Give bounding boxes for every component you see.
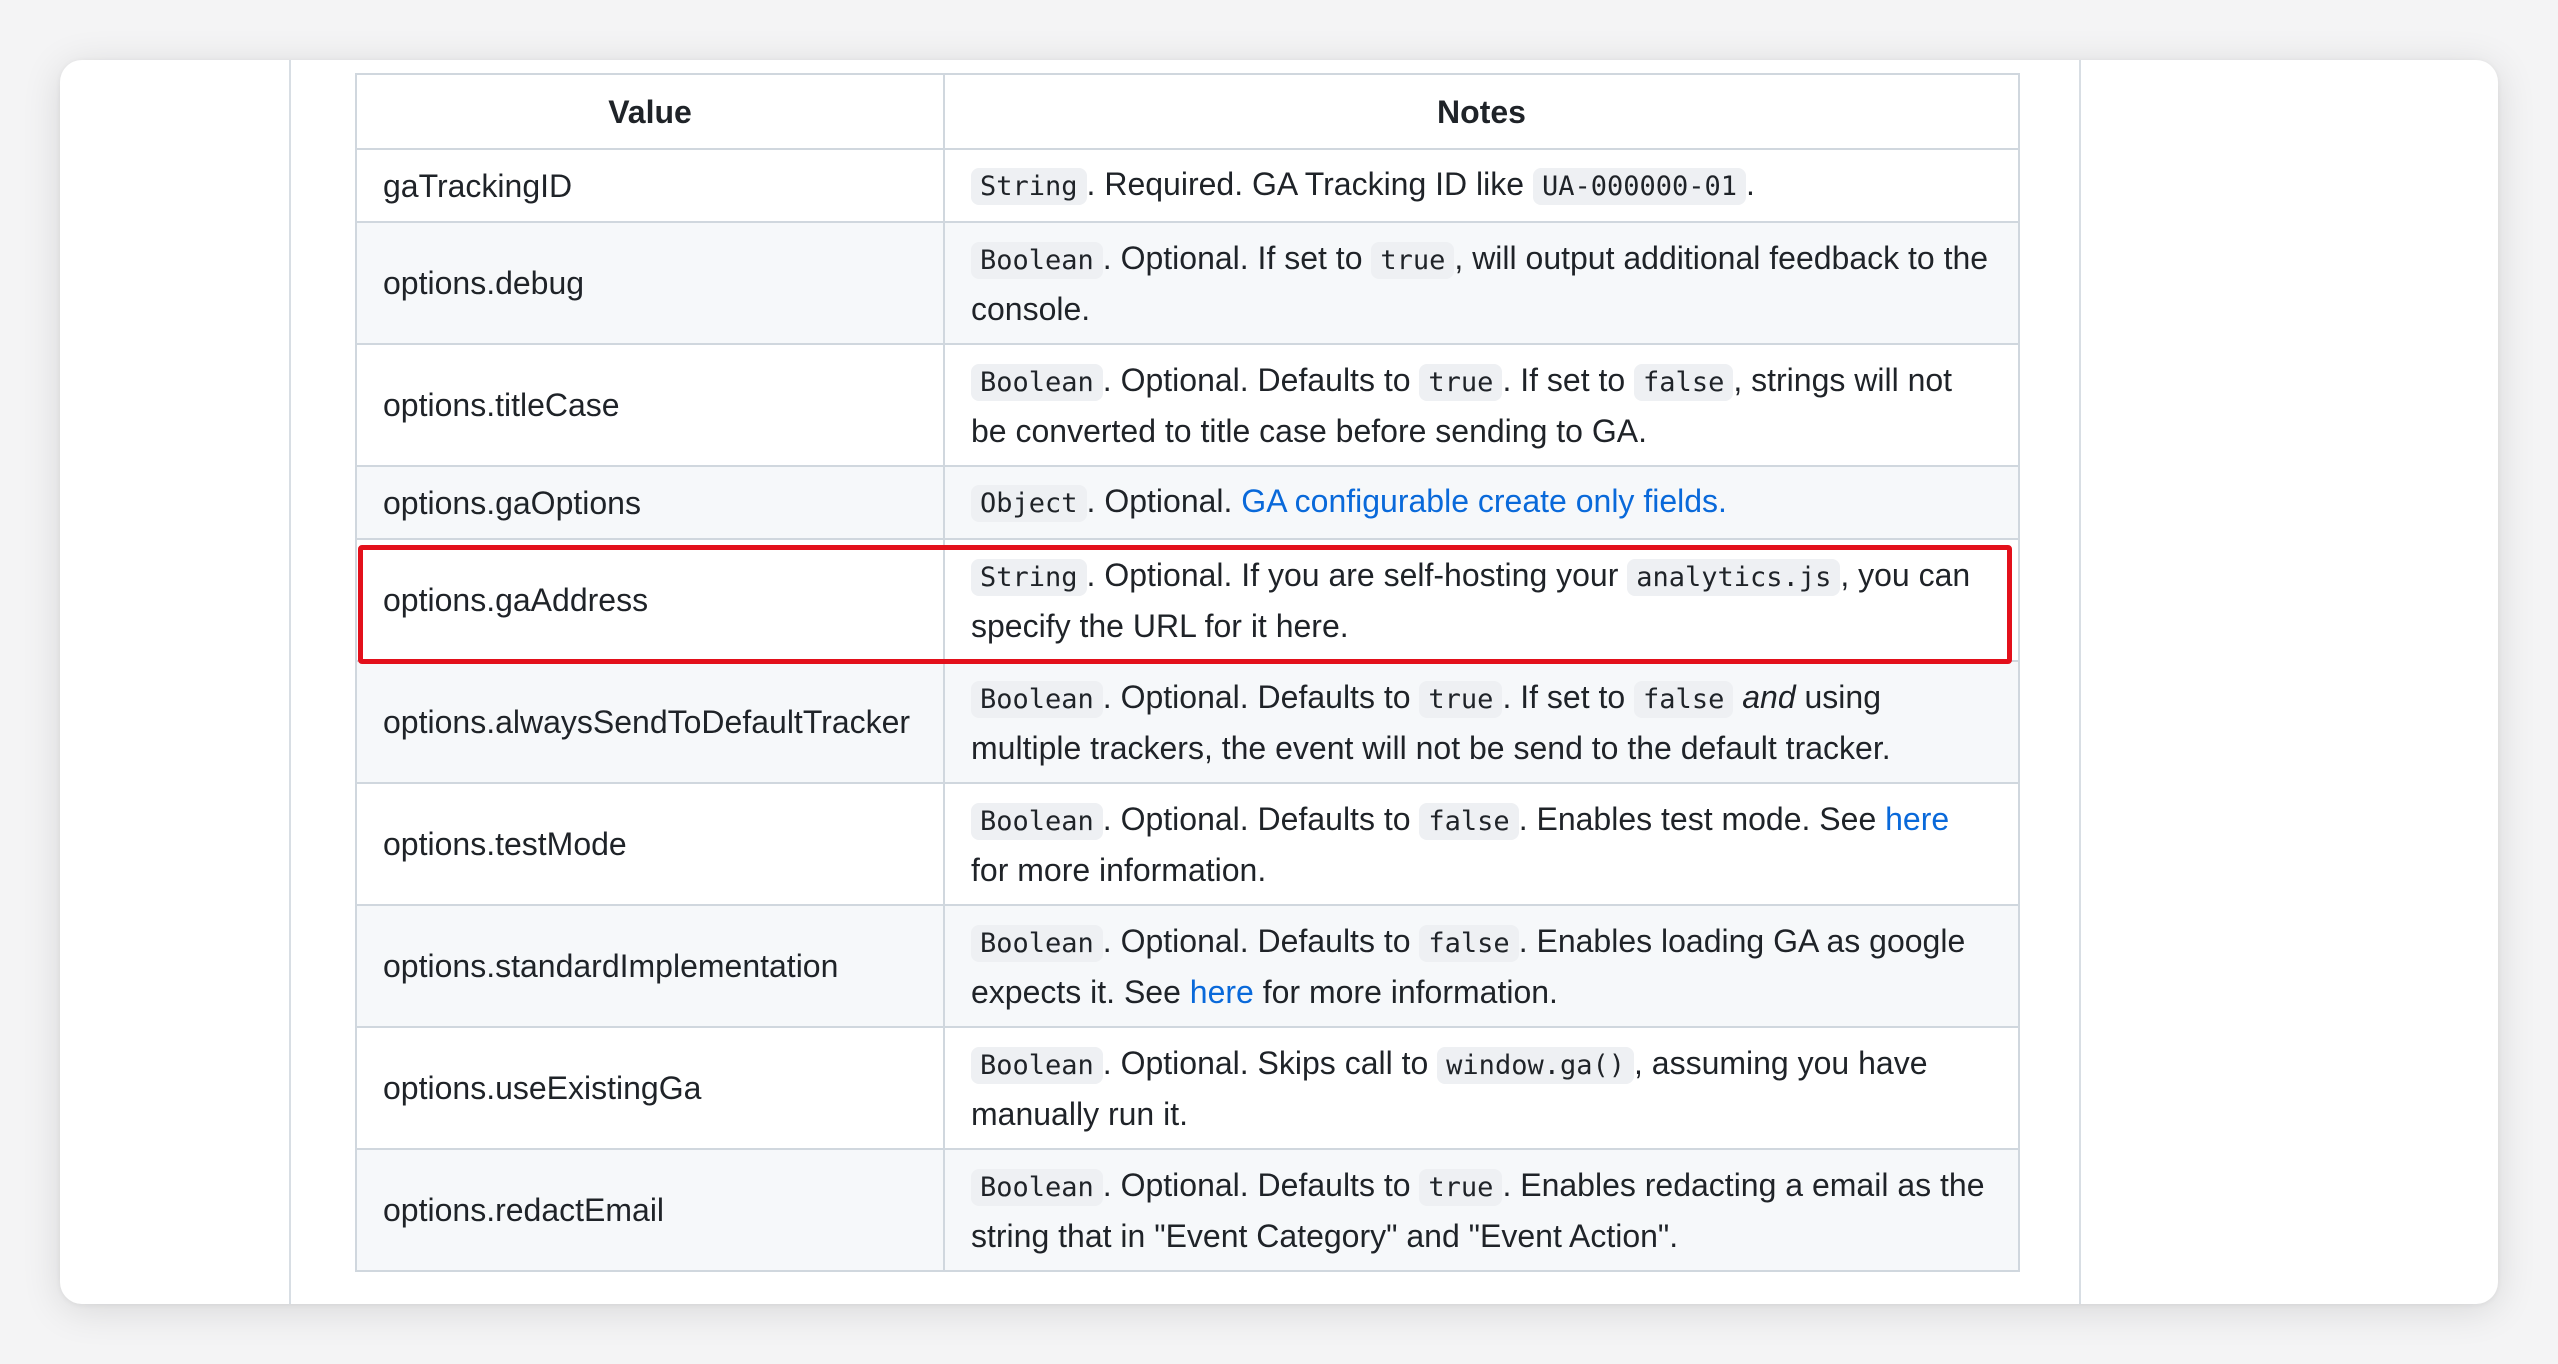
ga-fields-link[interactable]: GA configurable create only fields.	[1241, 483, 1727, 519]
option-name: gaTrackingID	[355, 148, 945, 223]
option-name: options.redactEmail	[355, 1148, 945, 1272]
type-code: Boolean	[971, 802, 1103, 840]
inline-code: true	[1419, 1168, 1503, 1206]
notes-text: . Enables test mode. See	[1518, 800, 1886, 837]
type-code: Boolean	[971, 924, 1103, 962]
type-code: String	[971, 168, 1087, 205]
content-left-border	[289, 60, 291, 1304]
here-link[interactable]: here	[1885, 801, 1949, 837]
option-name: options.titleCase	[355, 343, 945, 467]
option-name: options.standardImplementation	[355, 904, 945, 1028]
inline-code: false	[1634, 680, 1734, 718]
inline-code: true	[1371, 241, 1455, 279]
option-notes: String. Required. GA Tracking ID like UA…	[943, 148, 2020, 223]
type-code: Boolean	[971, 1168, 1103, 1206]
notes-text	[1733, 679, 1742, 715]
document-window: Value Notes gaTrackingID String. Require…	[60, 60, 2498, 1304]
notes-text: . Optional.	[1086, 483, 1242, 519]
inline-code: false	[1419, 924, 1519, 962]
notes-text: .	[1746, 166, 1755, 202]
option-notes: Boolean. Optional. Defaults to true. Ena…	[943, 1148, 2020, 1272]
option-notes: Boolean. Optional. If set to true, will …	[943, 221, 2020, 345]
type-code: Boolean	[971, 363, 1103, 401]
option-notes: Boolean. Optional. Defaults to false. En…	[943, 782, 2020, 906]
table-row: options.gaOptions Object. Optional. GA c…	[355, 465, 2020, 540]
notes-text: . If set to	[1502, 678, 1635, 715]
table-header-row: Value Notes	[355, 73, 2020, 150]
notes-text: . Optional. Defaults to	[1102, 922, 1420, 959]
notes-text: . Required. GA Tracking ID like	[1086, 166, 1533, 202]
option-name: options.gaAddress	[355, 538, 945, 662]
type-code: Object	[971, 485, 1087, 522]
notes-text: . Optional. Defaults to	[1102, 361, 1420, 398]
table-row-highlighted: options.gaAddress String. Optional. If y…	[355, 538, 2020, 662]
notes-text: . If set to	[1502, 361, 1635, 398]
option-notes: Boolean. Optional. Skips call to window.…	[943, 1026, 2020, 1150]
notes-text: . Optional. Defaults to	[1102, 678, 1420, 715]
notes-text: for more information.	[1253, 973, 1558, 1010]
emphasis-text: and	[1742, 678, 1796, 715]
option-notes: Boolean. Optional. Defaults to true. If …	[943, 660, 2020, 784]
inline-code: false	[1634, 363, 1734, 401]
here-link[interactable]: here	[1190, 974, 1254, 1010]
option-name: options.useExistingGa	[355, 1026, 945, 1150]
type-code: Boolean	[971, 1046, 1103, 1084]
notes-text: for more information.	[971, 851, 1267, 888]
header-value: Value	[355, 73, 945, 150]
header-notes: Notes	[943, 73, 2020, 150]
type-code: Boolean	[971, 241, 1103, 279]
table-row: options.redactEmail Boolean. Optional. D…	[355, 1148, 2020, 1272]
options-table: Value Notes gaTrackingID String. Require…	[355, 73, 2020, 1272]
table-row: options.alwaysSendToDefaultTracker Boole…	[355, 660, 2020, 784]
option-name: options.gaOptions	[355, 465, 945, 540]
option-name: options.testMode	[355, 782, 945, 906]
notes-text: . Optional. Defaults to	[1102, 1166, 1420, 1203]
notes-text: . Optional. If set to	[1102, 239, 1372, 276]
notes-text: . Optional. If you are self-hosting your	[1086, 556, 1628, 593]
table-row: options.testMode Boolean. Optional. Defa…	[355, 782, 2020, 906]
inline-code: false	[1419, 802, 1519, 840]
option-notes: Object. Optional. GA configurable create…	[943, 465, 2020, 540]
notes-text: . Optional. Skips call to	[1102, 1044, 1438, 1081]
option-name: options.alwaysSendToDefaultTracker	[355, 660, 945, 784]
type-code: String	[971, 558, 1087, 596]
inline-code: analytics.js	[1627, 558, 1841, 596]
option-notes: Boolean. Optional. Defaults to false. En…	[943, 904, 2020, 1028]
inline-code: true	[1419, 680, 1503, 718]
option-name: options.debug	[355, 221, 945, 345]
table-row: options.useExistingGa Boolean. Optional.…	[355, 1026, 2020, 1150]
option-notes: String. Optional. If you are self-hostin…	[943, 538, 2020, 662]
table-row: options.titleCase Boolean. Optional. Def…	[355, 343, 2020, 467]
inline-code: UA-000000-01	[1532, 168, 1747, 205]
table-row: options.standardImplementation Boolean. …	[355, 904, 2020, 1028]
content-right-border	[2079, 60, 2081, 1304]
inline-code: true	[1419, 363, 1503, 401]
type-code: Boolean	[971, 680, 1103, 718]
table-row: options.debug Boolean. Optional. If set …	[355, 221, 2020, 345]
inline-code: window.ga()	[1437, 1046, 1634, 1084]
option-notes: Boolean. Optional. Defaults to true. If …	[943, 343, 2020, 467]
table-row: gaTrackingID String. Required. GA Tracki…	[355, 148, 2020, 223]
notes-text: . Optional. Defaults to	[1102, 800, 1420, 837]
